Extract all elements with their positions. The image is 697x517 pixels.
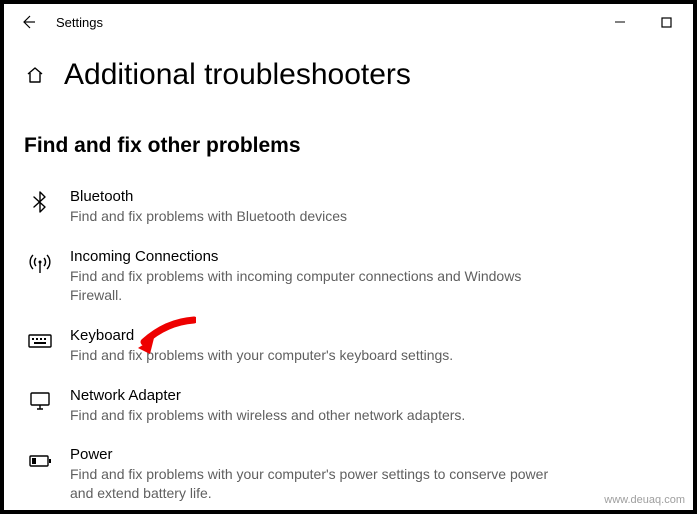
item-body: Incoming Connections Find and fix proble…: [70, 248, 550, 305]
bluetooth-icon: [26, 188, 54, 214]
maximize-button[interactable]: [643, 4, 689, 40]
troubleshooter-item-bluetooth[interactable]: Bluetooth Find and fix problems with Blu…: [24, 180, 673, 240]
watermark: www.deuaq.com: [604, 494, 685, 506]
item-name: Incoming Connections: [70, 248, 550, 265]
item-desc: Find and fix problems with your computer…: [70, 346, 550, 365]
item-name: Keyboard: [70, 327, 550, 344]
item-body: Bluetooth Find and fix problems with Blu…: [70, 188, 550, 226]
back-button[interactable]: [8, 4, 48, 40]
item-desc: Find and fix problems with Bluetooth dev…: [70, 207, 550, 226]
item-name: Bluetooth: [70, 188, 550, 205]
antenna-icon: [26, 248, 54, 274]
troubleshooter-item-incoming-connections[interactable]: Incoming Connections Find and fix proble…: [24, 240, 673, 319]
window-controls: [597, 4, 689, 40]
maximize-icon: [661, 17, 672, 28]
item-name: Network Adapter: [70, 387, 550, 404]
minimize-button[interactable]: [597, 4, 643, 40]
item-body: Keyboard Find and fix problems with your…: [70, 327, 550, 365]
item-name: Power: [70, 446, 550, 463]
item-desc: Find and fix problems with wireless and …: [70, 406, 550, 425]
monitor-icon: [26, 387, 54, 413]
item-desc: Find and fix problems with your computer…: [70, 465, 550, 503]
item-body: Power Find and fix problems with your co…: [70, 446, 550, 503]
content-area: Find and fix other problems Bluetooth Fi…: [4, 98, 693, 517]
troubleshooter-item-keyboard[interactable]: Keyboard Find and fix problems with your…: [24, 319, 673, 379]
troubleshooter-item-network-adapter[interactable]: Network Adapter Find and fix problems wi…: [24, 379, 673, 439]
section-title: Find and fix other problems: [24, 134, 673, 158]
page-header: Additional troubleshooters: [4, 40, 693, 98]
troubleshooter-item-power[interactable]: Power Find and fix problems with your co…: [24, 438, 673, 517]
item-body: Network Adapter Find and fix problems wi…: [70, 387, 550, 425]
back-arrow-icon: [20, 14, 36, 30]
home-icon: [25, 65, 45, 85]
minimize-icon: [614, 16, 626, 28]
item-desc: Find and fix problems with incoming comp…: [70, 267, 550, 305]
titlebar: Settings: [4, 4, 693, 40]
keyboard-icon: [26, 327, 54, 353]
window-title: Settings: [48, 15, 103, 30]
home-button[interactable]: [24, 64, 46, 86]
page-title: Additional troubleshooters: [64, 58, 411, 92]
battery-icon: [26, 446, 54, 472]
